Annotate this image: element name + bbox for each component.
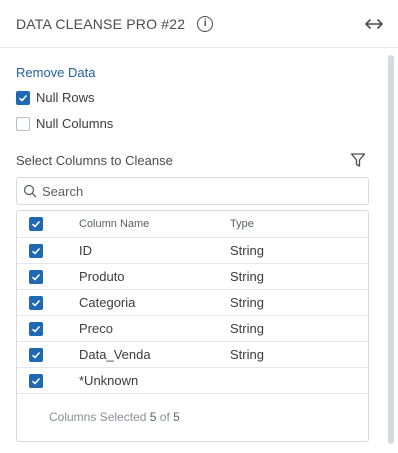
summary-of: of — [159, 410, 170, 424]
column-name-cell: ID — [79, 243, 92, 258]
table-row[interactable]: *Unknown — [17, 368, 368, 394]
row-checkbox[interactable] — [29, 295, 43, 310]
table-row[interactable]: ID String — [17, 238, 368, 264]
column-type-cell: String — [230, 295, 264, 310]
column-name-cell: *Unknown — [79, 373, 139, 388]
table-row[interactable]: Preco String — [17, 316, 368, 342]
table-header: Column Name Type — [17, 211, 368, 238]
null-columns-option[interactable]: Null Columns — [16, 116, 113, 131]
vertical-scrollbar[interactable] — [388, 55, 394, 444]
row-checkbox[interactable] — [29, 373, 43, 388]
selected-count: 5 — [149, 410, 157, 424]
column-name-cell: Preco — [79, 321, 113, 336]
checkmark-icon — [31, 351, 41, 359]
checkmark-icon — [31, 325, 41, 333]
checkmark-icon — [31, 299, 41, 307]
null-columns-label: Null Columns — [36, 116, 114, 131]
type-header: Type — [230, 218, 254, 230]
remove-data-title: Remove Data — [16, 65, 96, 80]
column-type-cell: String — [230, 347, 264, 362]
row-checkbox[interactable] — [29, 347, 43, 362]
summary-prefix: Columns Selected — [49, 410, 147, 424]
null-rows-option[interactable]: Null Rows — [16, 90, 95, 105]
columns-selected-summary: Columns Selected 5 of 5 — [49, 410, 180, 424]
table-row[interactable]: Data_Venda String — [17, 342, 368, 368]
checkmark-icon — [31, 220, 41, 228]
expand-horizontal-icon[interactable] — [364, 16, 384, 32]
search-input[interactable] — [42, 183, 342, 199]
column-name-cell: Data_Venda — [79, 347, 151, 362]
search-box — [16, 177, 369, 205]
column-type-cell: String — [230, 243, 264, 258]
select-all-checkbox[interactable] — [29, 217, 43, 231]
filter-icon[interactable] — [350, 152, 366, 168]
columns-table: Column Name Type ID String Produto Strin… — [16, 210, 369, 442]
null-columns-checkbox[interactable] — [16, 116, 30, 131]
info-icon[interactable]: i — [197, 15, 214, 32]
column-name-header: Column Name — [79, 218, 150, 230]
row-checkbox[interactable] — [29, 269, 43, 284]
null-rows-label: Null Rows — [36, 90, 95, 105]
panel-header: DATA CLEANSE PRO #22 i — [0, 0, 398, 48]
table-row[interactable]: Produto String — [17, 264, 368, 290]
row-checkbox[interactable] — [29, 243, 43, 258]
search-icon — [23, 184, 37, 198]
table-row[interactable]: Categoria String — [17, 290, 368, 316]
total-count: 5 — [173, 410, 180, 424]
panel-title: DATA CLEANSE PRO #22 — [16, 15, 186, 32]
checkmark-icon — [31, 273, 41, 281]
checkmark-icon — [18, 94, 28, 102]
column-type-cell: String — [230, 269, 264, 284]
column-name-cell: Categoria — [79, 295, 136, 310]
select-columns-title: Select Columns to Cleanse — [16, 153, 173, 168]
checkmark-icon — [31, 247, 41, 255]
column-type-cell: String — [230, 321, 264, 336]
row-checkbox[interactable] — [29, 321, 43, 336]
checkmark-icon — [31, 377, 41, 385]
column-name-cell: Produto — [79, 269, 125, 284]
null-rows-checkbox[interactable] — [16, 90, 30, 105]
